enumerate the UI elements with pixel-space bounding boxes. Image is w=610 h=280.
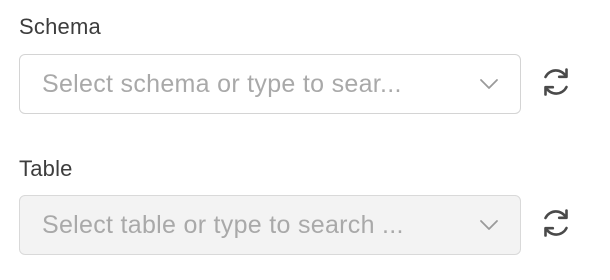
- chevron-down-icon: [478, 214, 500, 236]
- schema-select[interactable]: Select schema or type to sear...: [19, 54, 521, 114]
- table-select-placeholder: Select table or type to search ...: [42, 210, 404, 239]
- chevron-down-icon: [478, 73, 500, 95]
- table-label: Table: [19, 156, 73, 181]
- table-refresh-button[interactable]: [536, 205, 576, 245]
- schema-refresh-button[interactable]: [536, 64, 576, 104]
- refresh-icon: [538, 205, 574, 246]
- table-select[interactable]: Select table or type to search ...: [19, 195, 521, 255]
- refresh-icon: [538, 64, 574, 105]
- schema-select-placeholder: Select schema or type to sear...: [42, 69, 402, 98]
- schema-label: Schema: [19, 14, 101, 39]
